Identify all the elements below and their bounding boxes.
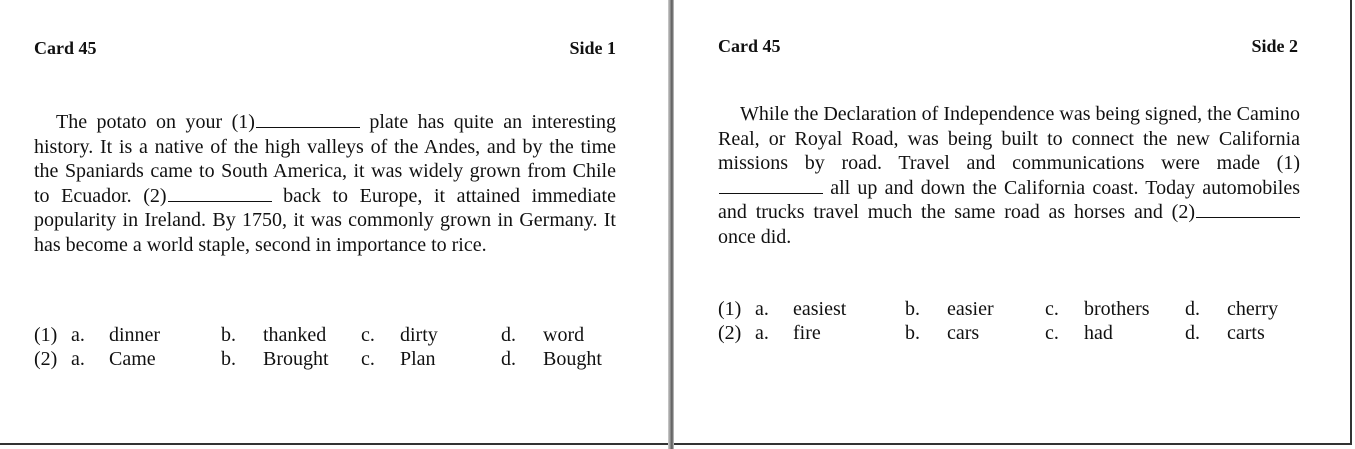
passage-text-1: While the Declaration of Independence wa… [718,103,1300,174]
option-text: dirty [400,324,438,346]
option-letter: c. [361,324,375,346]
question-number: (2) [718,322,742,344]
option-letter: b. [221,324,236,346]
option-letter: c. [1045,298,1059,320]
option-letter: d. [501,348,516,370]
option-letter: b. [905,322,920,344]
question-number: (2) [34,348,58,370]
option-text: thanked [263,324,327,346]
option-text: easier [947,298,994,320]
option-text: fire [793,322,821,344]
option-text: Plan [400,348,436,370]
option-letter: a. [755,298,769,320]
option-text: word [543,324,585,346]
option-text: Brought [263,348,329,370]
card-title: Card 45 [718,36,781,56]
passage-text-1: The potato on your (1) [56,111,255,133]
option-text: Bought [543,348,602,370]
blank-2 [1196,201,1300,218]
card-side-label: Side 2 [1251,36,1298,56]
card-side-1: Card 45 Side 1 The potato on your (1) pl… [0,0,668,445]
blank-1 [719,177,823,194]
card-side-2: Card 45 Side 2 While the Declaration of … [674,0,1352,445]
option-letter: a. [71,324,85,346]
option-letter: a. [755,322,769,344]
blank-2 [167,185,272,202]
option-text: brothers [1084,298,1150,320]
option-text: dinner [109,324,161,346]
option-text: had [1084,322,1113,344]
question-number: (1) [34,324,58,346]
option-text: easiest [793,298,847,320]
option-text: carts [1227,322,1265,344]
option-letter: b. [905,298,920,320]
option-text: cars [947,322,980,344]
option-letter: c. [1045,322,1059,344]
option-letter: d. [501,324,516,346]
question-number: (1) [718,298,742,320]
option-letter: b. [221,348,236,370]
card-side-label: Side 1 [569,38,616,58]
blank-1 [255,111,360,128]
passage-text-3: once did. [718,225,792,248]
option-letter: d. [1185,322,1200,344]
cloze-passage: While the Declaration of Independence wa… [718,102,1300,249]
card-header: Card 45 Side 2 [718,36,1298,57]
option-letter: a. [71,348,85,370]
option-letter: d. [1185,298,1200,320]
card-header: Card 45 Side 1 [34,38,616,59]
option-text: cherry [1227,298,1279,320]
option-text: Came [109,348,156,370]
cloze-passage: The potato on your (1) plate has quite a… [34,110,616,257]
card-title: Card 45 [34,38,97,58]
option-letter: c. [361,348,375,370]
